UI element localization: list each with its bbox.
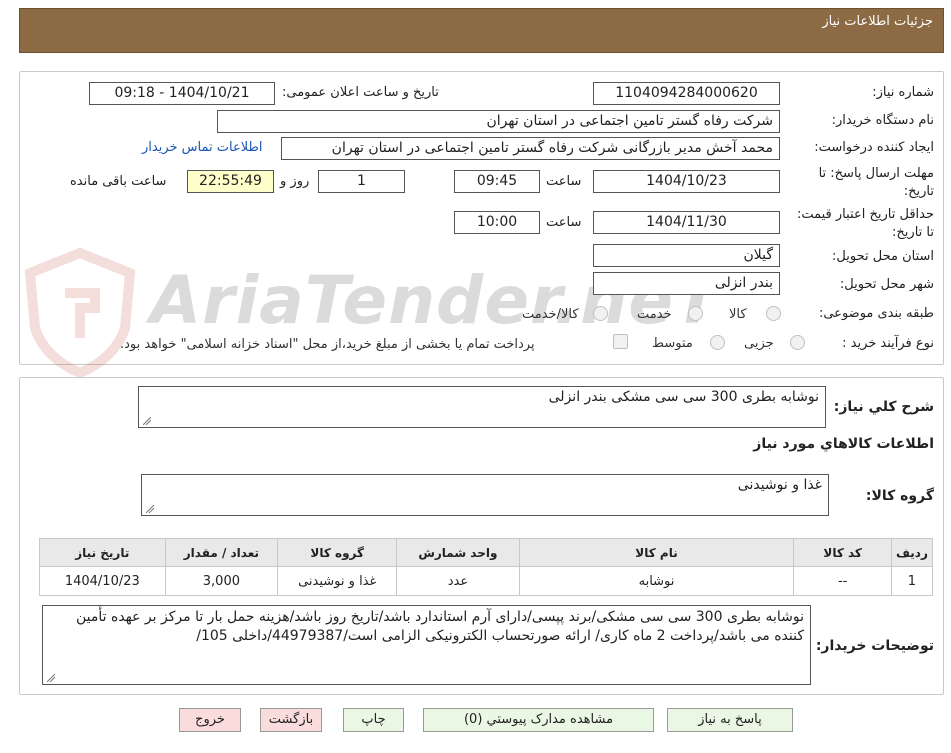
col-quantity: تعداد / مقدار [164,538,279,567]
buyer-org-field: شرکت رفاه گستر تامین اجتماعی در استان ته… [217,110,780,133]
cell-quantity: 3,000 [164,566,279,596]
process-radio-minor[interactable] [790,335,805,350]
category-radio-goods-service[interactable] [593,306,608,321]
view-attachments-button[interactable]: مشاهده مدارک پیوستي (0) [423,708,654,732]
remaining-label: ساعت باقی مانده [70,174,167,189]
goods-group-textarea[interactable]: غذا و نوشیدنی [141,474,829,516]
col-need-date: تاریخ نیاز [39,538,166,567]
buyer-notes-textarea[interactable]: نوشابه بطری 300 سی سی مشکی/برند پپسی/دار… [42,605,811,685]
contact-buyer-link[interactable]: اطلاعات تماس خریدار [142,140,262,155]
process-option-medium: متوسط [652,336,693,351]
need-number-label: شماره نیاز: [872,85,934,100]
announce-field: 1404/10/21 - 09:18 [89,82,275,105]
category-label: طبقه بندی موضوعی: [818,306,934,321]
reply-to-need-button[interactable]: پاسخ به نیاز [667,708,793,732]
city-field: بندر انزلی [593,272,780,295]
goods-section-title: اطلاعات کالاهاي مورد نياز [753,436,934,452]
cell-goods-name: نوشابه [518,566,795,596]
buyer-notes-label: توضیحات خریدار: [815,638,934,654]
cell-unit: عدد [396,566,520,596]
deadline-label: مهلت ارسال پاسخ: تا تاریخ: [818,166,934,199]
page-header [19,8,944,53]
treasury-payment-note: پرداخت تمام یا بخشی از مبلغ خرید،از محل … [120,337,535,352]
buyer-org-label: نام دستگاه خریدار: [831,113,934,128]
process-radio-medium[interactable] [710,335,725,350]
print-button[interactable]: چاپ [343,708,404,732]
validity-label: حداقل تاریخ اعتبار قیمت: تا تاریخ: [796,207,934,240]
announce-label: تاریخ و ساعت اعلان عمومی: [282,85,439,100]
validity-time-label: ساعت [546,215,582,230]
remaining-time-field: 22:55:49 [187,170,274,193]
creator-label: ایجاد کننده درخواست: [814,140,934,155]
category-option-goods: کالا [729,307,747,322]
goods-group-label: گروه کالا: [865,488,934,504]
province-field: گیلان [593,244,780,267]
need-number-field: 1104094284000620 [593,82,780,105]
treasury-payment-checkbox[interactable] [613,334,628,349]
page-title: جزئیات اطلاعات نیاز [822,14,933,29]
table-header-row: ردیف کد کالا نام کالا واحد شمارش گروه کا… [39,538,934,567]
exit-button[interactable]: خروج [179,708,241,732]
cell-goods-group: غذا و نوشیدنی [277,566,398,596]
goods-table: ردیف کد کالا نام کالا واحد شمارش گروه کا… [39,538,934,596]
category-option-service: خدمت [637,307,672,322]
validity-time-field: 10:00 [454,211,540,234]
category-option-goods-service: کالا/خدمت [522,307,579,322]
deadline-time-label: ساعت [546,174,582,189]
summary-textarea[interactable]: نوشابه بطری 300 سی سی مشکی بندر انزلی [138,386,826,428]
summary-label: شرح کلي نياز: [833,399,934,415]
validity-date-field: 1404/11/30 [593,211,780,234]
goods-group-text: غذا و نوشیدنی [737,477,822,493]
city-label: شهر محل تحویل: [839,277,934,292]
cell-row-number: 1 [890,566,934,596]
resize-grip-icon[interactable] [143,417,151,425]
col-row-number: ردیف [890,538,934,567]
deadline-date-field: 1404/10/23 [593,170,780,193]
back-button[interactable]: بازگشت [260,708,322,732]
process-option-minor: جزیی [744,336,774,351]
cell-need-date: 1404/10/23 [39,566,166,596]
col-unit: واحد شمارش [396,538,520,567]
col-goods-group: گروه کالا [277,538,398,567]
province-label: استان محل تحویل: [832,249,934,264]
days-label: روز و [280,174,310,189]
days-field: 1 [318,170,405,193]
creator-field: محمد آخش مدیر بازرگانی شرکت رفاه گستر تا… [281,137,780,160]
category-radio-service[interactable] [688,306,703,321]
cell-goods-code: -- [793,566,892,596]
summary-text: نوشابه بطری 300 سی سی مشکی بندر انزلی [548,389,819,405]
col-goods-name: نام کالا [518,538,795,567]
col-goods-code: کد کالا [793,538,892,567]
resize-grip-icon[interactable] [146,505,154,513]
deadline-time-field: 09:45 [454,170,540,193]
buyer-notes-text: نوشابه بطری 300 سی سی مشکی/برند پپسی/دار… [76,609,804,644]
category-radio-goods[interactable] [766,306,781,321]
watermark-shield-icon [24,248,136,378]
process-label: نوع فرآیند خرید : [842,336,934,351]
table-row: 1 -- نوشابه عدد غذا و نوشیدنی 3,000 1404… [39,566,934,596]
resize-grip-icon[interactable] [47,674,55,682]
